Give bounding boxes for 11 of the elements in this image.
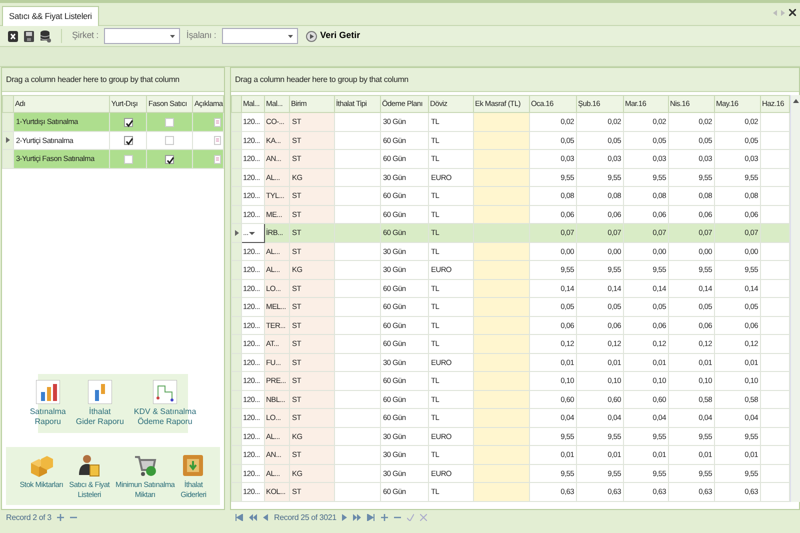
fetch-data-button[interactable]: Veri Getir <box>304 29 362 43</box>
record-counter: Record 25 of 3021 <box>274 512 336 524</box>
tab[interactable]: Satıcı && Fiyat Listeleri <box>2 6 99 26</box>
report-label[interactable]: İthalat Gider Raporu <box>76 407 124 428</box>
report-label[interactable]: Satınalma Raporu <box>30 407 66 428</box>
group-hint: Drag a column header here to group by that column <box>231 68 799 92</box>
record-counter: Record 2 of 3 <box>6 512 52 524</box>
group-hint: Drag a column header here to group by that column <box>2 68 224 92</box>
field-label: Şirket : <box>72 29 98 42</box>
field-label: İşalanı : <box>186 29 216 42</box>
report-label[interactable]: KDV & Satınalma Ödeme Raporu <box>134 407 196 428</box>
